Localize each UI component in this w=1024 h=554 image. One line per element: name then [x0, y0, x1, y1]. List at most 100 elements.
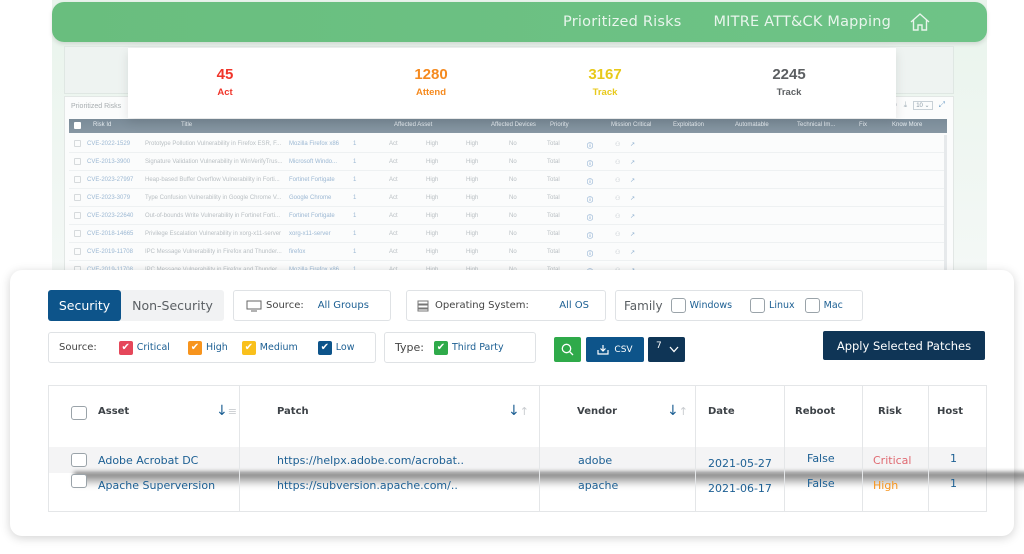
- asset-link[interactable]: Fortinet Fortigate: [289, 177, 335, 183]
- scrollbar[interactable]: [944, 135, 947, 270]
- risk-id-link[interactable]: CVE-2022-1529: [87, 141, 130, 147]
- info-icon[interactable]: ⓘ: [587, 195, 593, 204]
- devices-count[interactable]: 1: [353, 159, 356, 165]
- row-checkbox[interactable]: [74, 176, 81, 183]
- info-icon[interactable]: ⓘ: [587, 213, 593, 222]
- external-link-icon[interactable]: ↗: [630, 249, 635, 256]
- risk-row[interactable]: CVE-2013-3900 Signature Validation Vulner…: [69, 153, 947, 171]
- risk-row[interactable]: CVE-2023-27997 Heap-based Buffer Overflow…: [69, 171, 947, 189]
- stat-track[interactable]: 3167 Track: [525, 66, 685, 98]
- expand-icon[interactable]: ⤢: [939, 100, 945, 110]
- hierarchy-icon[interactable]: ⚇: [615, 213, 620, 220]
- asset-link[interactable]: Microsoft Windo...: [289, 159, 337, 165]
- devices-count[interactable]: 1: [353, 249, 356, 255]
- header-host[interactable]: Host: [937, 406, 963, 417]
- hierarchy-icon[interactable]: ⚇: [615, 231, 620, 238]
- patch-link[interactable]: https://helpx.adobe.com/acrobat..: [277, 454, 464, 467]
- sort-icon[interactable]: ↓↑: [667, 403, 688, 419]
- col-exploitation[interactable]: Exploitation: [673, 122, 704, 128]
- asset-link[interactable]: Mozilla Firefox x86: [289, 141, 339, 147]
- tab-non-security[interactable]: Non-Security: [121, 290, 224, 321]
- risk-row[interactable]: CVE-2023-22640 Out-of-bounds Write Vulner…: [69, 207, 947, 225]
- external-link-icon[interactable]: ↗: [630, 159, 635, 166]
- row-checkbox[interactable]: [74, 212, 81, 219]
- sort-desc-icon[interactable]: ↓≡: [216, 403, 237, 419]
- row-checkbox[interactable]: [71, 453, 87, 467]
- header-patch[interactable]: Patch: [277, 406, 309, 417]
- hierarchy-icon[interactable]: ⚇: [615, 177, 620, 184]
- col-know-more[interactable]: Know More: [892, 122, 922, 128]
- external-link-icon[interactable]: ↗: [630, 231, 635, 238]
- download-icon[interactable]: ⤓: [904, 100, 908, 110]
- info-icon[interactable]: ⓘ: [587, 231, 593, 240]
- row-checkbox[interactable]: [74, 140, 81, 147]
- asset-link[interactable]: firefox: [289, 249, 305, 255]
- header-reboot[interactable]: Reboot: [795, 406, 835, 417]
- external-link-icon[interactable]: ↗: [630, 213, 635, 220]
- export-csv-button[interactable]: CSV: [586, 337, 644, 362]
- stat-track-total[interactable]: 2245 Track: [709, 66, 869, 98]
- col-risk-id[interactable]: Risk Id: [93, 122, 111, 128]
- host-count[interactable]: 1: [950, 477, 957, 490]
- nav-mitre-attack-mapping[interactable]: MITRE ATT&CK Mapping: [713, 14, 891, 30]
- critical-checkbox[interactable]: ✔: [118, 340, 133, 355]
- hierarchy-icon[interactable]: ⚇: [615, 159, 620, 166]
- asset-name[interactable]: Adobe Acrobat DC: [98, 454, 198, 467]
- tab-security[interactable]: Security: [48, 290, 121, 321]
- mac-checkbox[interactable]: [804, 298, 820, 313]
- risk-id-link[interactable]: CVE-2023-3079: [87, 195, 130, 201]
- devices-count[interactable]: 1: [353, 177, 356, 183]
- risk-row[interactable]: CVE-2019-11708 IPC Message Vulnerability …: [69, 243, 947, 261]
- host-count[interactable]: 1: [950, 452, 957, 465]
- low-checkbox[interactable]: ✔: [317, 340, 332, 355]
- risk-id-link[interactable]: CVE-2023-22640: [87, 213, 133, 219]
- page-size-select[interactable]: 10 ⌄: [913, 100, 933, 110]
- row-checkbox[interactable]: [74, 194, 81, 201]
- search-button[interactable]: [554, 337, 581, 362]
- asset-name[interactable]: Apache Superversion: [98, 479, 215, 492]
- devices-count[interactable]: 1: [353, 213, 356, 219]
- row-checkbox[interactable]: [74, 230, 81, 237]
- risk-row[interactable]: CVE-2023-3079 Type Confusion Vulnerabilit…: [69, 189, 947, 207]
- external-link-icon[interactable]: ↗: [630, 195, 635, 202]
- devices-count[interactable]: 1: [353, 195, 356, 201]
- col-mission-critical[interactable]: Mission Critical: [611, 122, 651, 128]
- devices-count[interactable]: 1: [353, 141, 356, 147]
- info-icon[interactable]: ⓘ: [587, 177, 593, 186]
- page-size-dropdown[interactable]: 7: [648, 337, 685, 362]
- apply-selected-patches-button[interactable]: Apply Selected Patches: [823, 331, 985, 360]
- select-all-checkbox[interactable]: [71, 406, 87, 420]
- col-affected-asset[interactable]: Affected Asset: [394, 122, 432, 128]
- stat-attend[interactable]: 1280 Attend: [351, 66, 511, 98]
- info-icon[interactable]: ⓘ: [587, 249, 593, 258]
- row-checkbox[interactable]: [74, 248, 81, 255]
- row-checkbox[interactable]: [71, 474, 87, 488]
- asset-link[interactable]: Fortinet Fortigate: [289, 213, 335, 219]
- asset-link[interactable]: Google Chrome: [289, 195, 331, 201]
- risk-row[interactable]: CVE-2018-14665 Privilege Escalation Vulne…: [69, 225, 947, 243]
- windows-checkbox[interactable]: [670, 298, 686, 313]
- third-party-checkbox[interactable]: ✔: [433, 340, 448, 355]
- info-icon[interactable]: ⓘ: [587, 159, 593, 168]
- col-automatable[interactable]: Automatable: [735, 122, 769, 128]
- source-group-filter[interactable]: Source: All Groups: [233, 290, 391, 321]
- sort-icon[interactable]: ↓↑: [508, 403, 529, 419]
- external-link-icon[interactable]: ↗: [630, 141, 635, 148]
- row-checkbox[interactable]: [74, 158, 81, 165]
- header-date[interactable]: Date: [708, 406, 735, 417]
- linux-checkbox[interactable]: [750, 298, 766, 313]
- select-all-checkbox[interactable]: [74, 122, 81, 129]
- header-asset[interactable]: Asset: [98, 406, 129, 417]
- operating-system-filter[interactable]: Operating System: All OS: [406, 290, 606, 321]
- risk-id-link[interactable]: CVE-2013-3900: [87, 159, 130, 165]
- nav-prioritized-risks[interactable]: Prioritized Risks: [563, 14, 681, 30]
- header-risk[interactable]: Risk: [878, 406, 902, 417]
- high-checkbox[interactable]: ✔: [187, 340, 202, 355]
- risk-id-link[interactable]: CVE-2023-27997: [87, 177, 133, 183]
- risk-row[interactable]: CVE-2022-1529 Prototype Pollution Vulnera…: [69, 135, 947, 153]
- col-priority[interactable]: Priority: [550, 122, 569, 128]
- col-affected-devices[interactable]: Affected Devices: [491, 122, 536, 128]
- hierarchy-icon[interactable]: ⚇: [615, 249, 620, 256]
- col-fix[interactable]: Fix: [859, 122, 867, 128]
- hierarchy-icon[interactable]: ⚇: [615, 141, 620, 148]
